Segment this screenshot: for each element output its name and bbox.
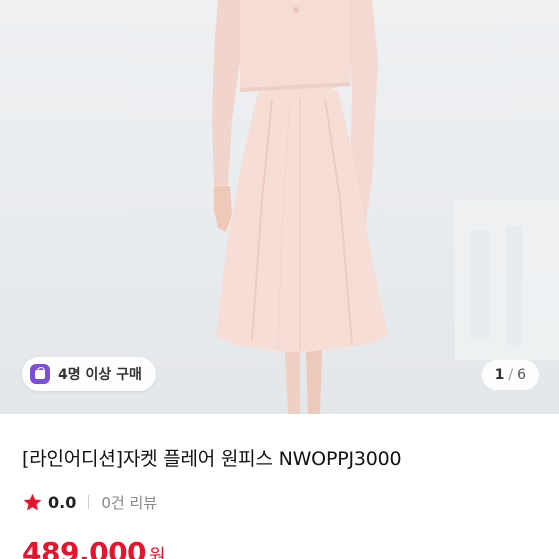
image-counter-separator: / [508, 367, 514, 383]
product-title: [라인어디션]자켓 플레어 원피스 NWOPPJ3000 [22, 448, 402, 470]
product-photo [212, 0, 559, 414]
price-currency: 원 [149, 546, 166, 559]
image-counter-total: 6 [517, 367, 526, 383]
rating-value: 0.0 [48, 492, 77, 512]
price-row: 489,000 원 [22, 536, 166, 559]
star-icon [23, 493, 42, 510]
buyers-count-badge: 4명 이상 구매 [22, 357, 156, 391]
review-count-link[interactable]: 0건 리뷰 [101, 492, 157, 513]
image-counter-current: 1 [494, 367, 505, 383]
buyers-count-label: 4명 이상 구매 [58, 367, 142, 383]
price-value: 489,000 [22, 536, 147, 559]
product-detail-page: 4명 이상 구매 1 / 6 [라인어디션]자켓 플레어 원피스 NWOPPJ3… [0, 0, 559, 559]
rating-divider [88, 495, 90, 509]
rating-row[interactable]: 0.0 0건 리뷰 [22, 491, 157, 513]
shopping-bag-icon [30, 364, 50, 384]
product-image-carousel[interactable]: 4명 이상 구매 1 / 6 [0, 0, 559, 414]
image-counter: 1 / 6 [481, 360, 539, 390]
product-info: [라인어디션]자켓 플레어 원피스 NWOPPJ3000 0.0 0건 리뷰 4… [0, 414, 559, 559]
